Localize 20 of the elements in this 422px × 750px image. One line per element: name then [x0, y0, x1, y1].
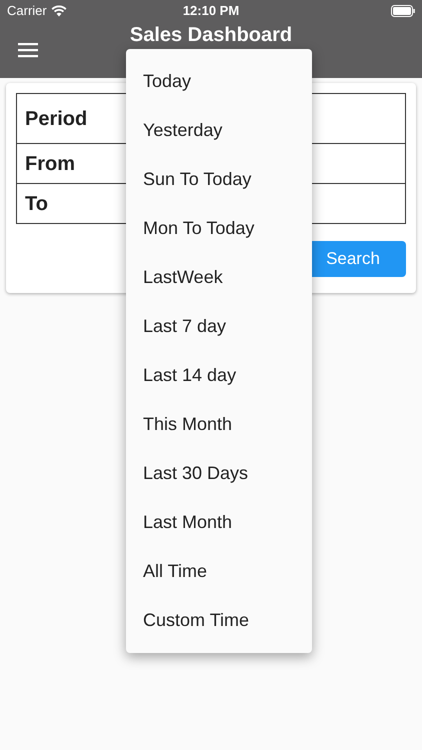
app-title: Sales Dashboard: [130, 24, 292, 46]
menu-item[interactable]: Last 7 day: [126, 302, 312, 351]
row-label: Period: [25, 106, 88, 132]
menu-item[interactable]: Today: [126, 57, 312, 106]
carrier-label: Carrier: [7, 2, 47, 20]
menu-item[interactable]: Last 14 day: [126, 351, 312, 400]
menu-item[interactable]: Custom Time: [126, 596, 312, 645]
menu-item[interactable]: Sun To Today: [126, 155, 312, 204]
status-time: 12:10 PM: [182, 2, 240, 20]
menu-item[interactable]: Yesterday: [126, 106, 312, 155]
battery-icon: [391, 5, 415, 17]
menu-item[interactable]: All Time: [126, 547, 312, 596]
wifi-icon: [50, 5, 67, 17]
menu-item[interactable]: Last Month: [126, 498, 312, 547]
menu-button[interactable]: [18, 41, 40, 59]
menu-icon: [18, 42, 40, 58]
row-label: To: [25, 192, 48, 216]
menu-item[interactable]: Last 30 Days: [126, 449, 312, 498]
row-label: From: [25, 152, 75, 176]
menu-item[interactable]: This Month: [126, 400, 312, 449]
